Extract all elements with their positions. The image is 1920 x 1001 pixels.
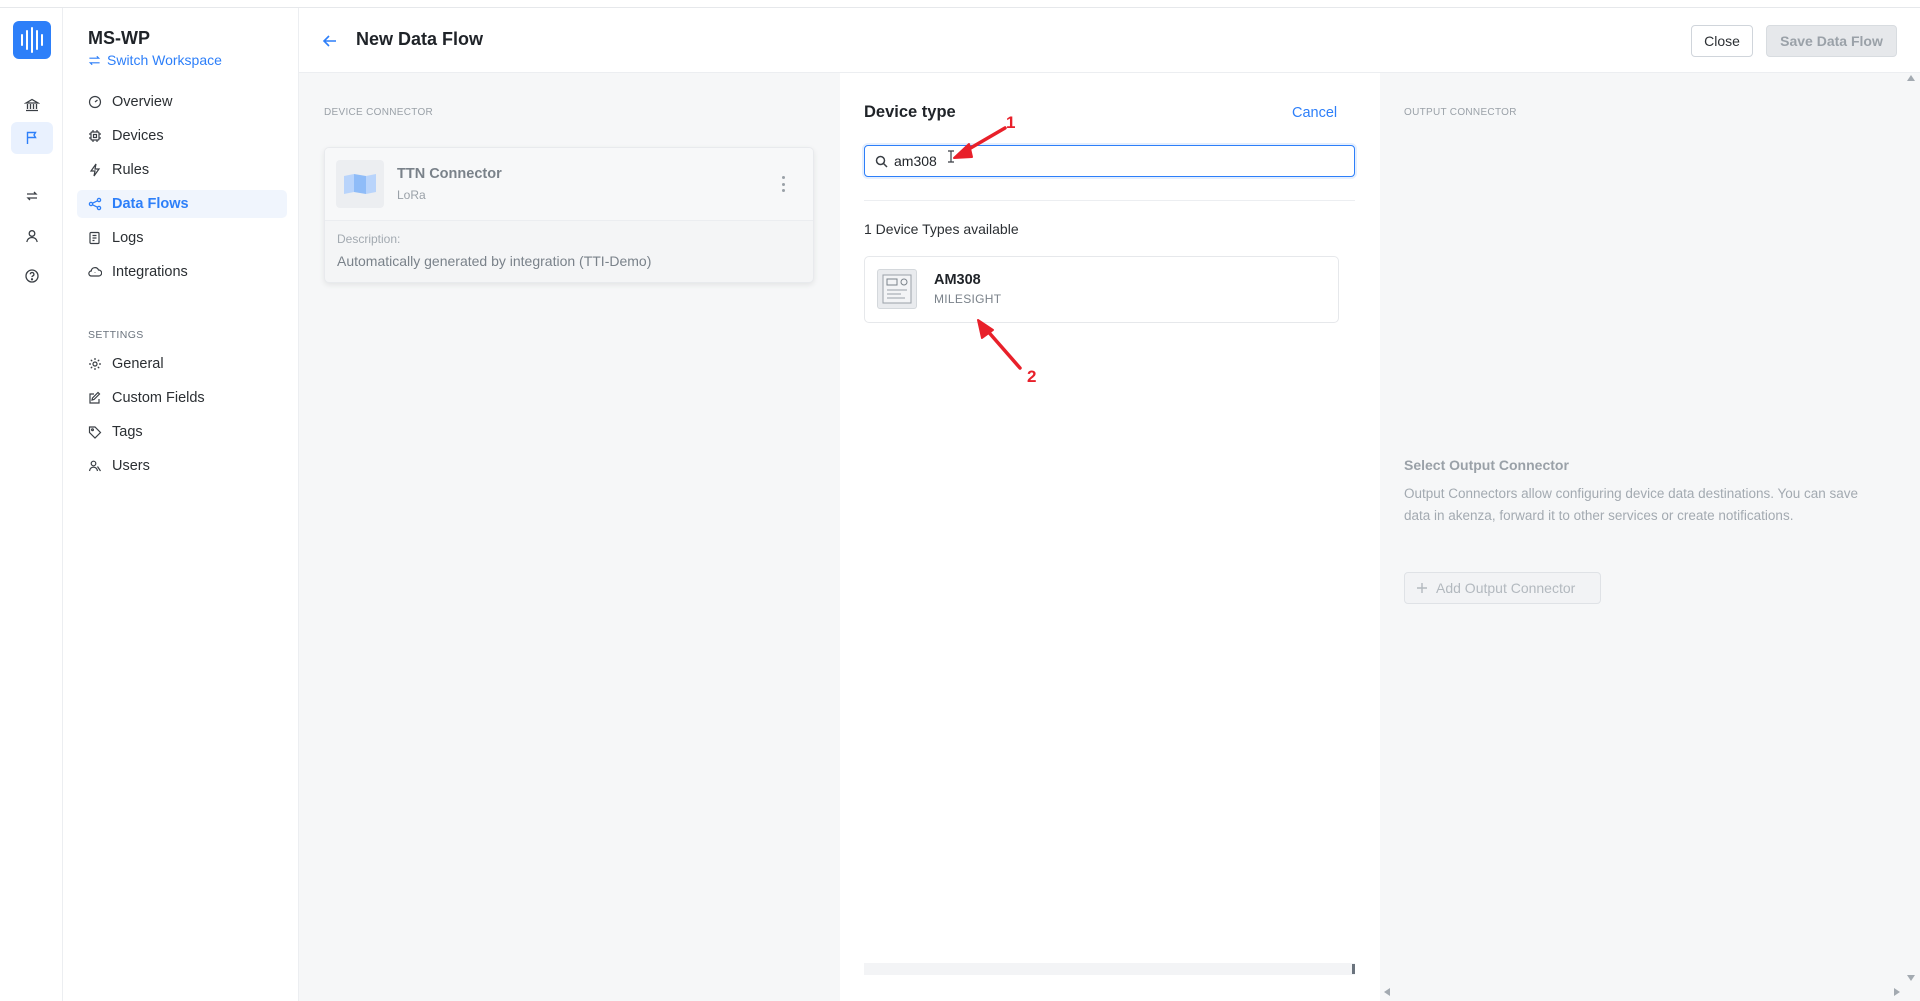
sidebar-item-general[interactable]: General <box>77 350 287 378</box>
sidebar-item-label: Custom Fields <box>112 390 205 406</box>
sidebar-item-data-flows[interactable]: Data Flows <box>77 190 287 218</box>
bank-icon[interactable] <box>11 89 53 121</box>
sidebar-item-integrations[interactable]: Integrations <box>77 258 287 286</box>
log-icon <box>89 231 100 245</box>
device-type-panel: Device type Cancel 1 Device Types availa… <box>840 73 1380 1001</box>
connector-name: TTN Connector <box>397 166 502 182</box>
add-output-connector-label: Add Output Connector <box>1436 580 1576 596</box>
device-thumbnail <box>877 269 917 309</box>
switch-workspace-label: Switch Workspace <box>107 52 222 68</box>
search-icon <box>875 155 888 168</box>
window-top-edge <box>0 0 1920 8</box>
gear-icon <box>89 358 101 370</box>
device-type-count: 1 Device Types available <box>864 221 1019 237</box>
sidebar-item-overview[interactable]: Overview <box>77 88 287 116</box>
sidebar-item-devices[interactable]: Devices <box>77 122 287 150</box>
sidebar-item-users[interactable]: Users <box>77 452 287 480</box>
sidebar: MS-WP Switch Workspace Overview Devices … <box>63 8 299 1001</box>
workspace-name: MS-WP <box>88 28 150 48</box>
users-icon <box>88 460 101 472</box>
edit-icon <box>89 391 101 404</box>
output-connector-title: Select Output Connector <box>1404 457 1569 473</box>
sidebar-item-logs[interactable]: Logs <box>77 224 287 252</box>
icon-rail <box>0 8 63 1001</box>
switch-icon <box>88 55 101 65</box>
switch-workspace-link[interactable]: Switch Workspace <box>88 52 222 68</box>
flag-waves-icon <box>344 174 376 194</box>
sidebar-item-rules[interactable]: Rules <box>77 156 287 184</box>
output-connector-section-label: OUTPUT CONNECTOR <box>1404 107 1517 118</box>
gauge-icon <box>88 95 102 109</box>
add-output-connector-button[interactable]: Add Output Connector <box>1404 572 1601 604</box>
device-type-search[interactable] <box>864 145 1355 177</box>
sidebar-item-label: Logs <box>112 230 144 246</box>
connector-protocol: LoRa <box>397 188 426 202</box>
cancel-link[interactable]: Cancel <box>1292 105 1337 121</box>
scroll-up-arrow-icon[interactable] <box>1907 75 1915 81</box>
share-icon <box>88 197 102 211</box>
horizontal-scrollbar[interactable] <box>864 963 1355 975</box>
connector-card-header: TTN Connector LoRa <box>325 148 813 221</box>
sidebar-item-label: Rules <box>112 162 150 178</box>
connector-description: Automatically generated by integration (… <box>337 253 652 269</box>
connector-thumbnail <box>336 160 384 208</box>
user-icon[interactable] <box>11 220 53 252</box>
sidebar-item-label: Users <box>112 458 150 474</box>
flag-icon[interactable] <box>11 122 53 154</box>
cloud-icon <box>88 267 102 277</box>
close-button[interactable]: Close <box>1691 25 1753 57</box>
device-type-vendor: MILESIGHT <box>934 292 1002 306</box>
back-arrow-icon[interactable] <box>321 32 339 50</box>
connector-description-label: Description: <box>337 232 401 246</box>
device-connector-section-label: DEVICE CONNECTOR <box>324 107 434 118</box>
sidebar-item-label: Tags <box>112 424 143 440</box>
page-title: New Data Flow <box>356 29 484 49</box>
sidebar-item-label: General <box>112 356 164 372</box>
chip-icon <box>89 130 101 142</box>
repeat-icon[interactable] <box>11 180 53 212</box>
plus-icon <box>1417 583 1427 593</box>
device-type-name: AM308 <box>934 272 981 288</box>
sidebar-item-tags[interactable]: Tags <box>77 418 287 446</box>
bolt-icon <box>89 163 101 177</box>
scroll-left-arrow-icon[interactable] <box>1384 988 1390 996</box>
sidebar-item-label: Data Flows <box>112 196 189 212</box>
device-type-result-card[interactable]: AM308 MILESIGHT <box>864 256 1339 323</box>
tag-icon <box>88 426 102 439</box>
scroll-down-arrow-icon[interactable] <box>1907 975 1915 981</box>
page-header: New Data Flow Close Save Data Flow <box>299 8 1920 73</box>
device-connector-panel: DEVICE CONNECTOR TTN Connector LoRa Desc… <box>299 73 840 1001</box>
sidebar-item-custom-fields[interactable]: Custom Fields <box>77 384 287 412</box>
more-options-icon[interactable] <box>781 176 785 192</box>
settings-section-label: SETTINGS <box>88 329 144 341</box>
save-data-flow-button[interactable]: Save Data Flow <box>1766 25 1897 57</box>
divider <box>864 200 1355 201</box>
connector-card[interactable]: TTN Connector LoRa Description: Automati… <box>324 147 814 283</box>
scroll-right-arrow-icon[interactable] <box>1894 988 1900 996</box>
search-input[interactable] <box>894 151 1334 171</box>
output-connector-panel: OUTPUT CONNECTOR Select Output Connector… <box>1380 73 1920 1001</box>
help-icon[interactable] <box>11 260 53 292</box>
sidebar-item-label: Overview <box>112 94 173 110</box>
app-logo-icon[interactable] <box>13 21 51 59</box>
sidebar-item-label: Devices <box>112 128 164 144</box>
device-image-icon <box>882 274 912 304</box>
sidebar-item-label: Integrations <box>112 264 188 280</box>
device-type-title: Device type <box>864 103 956 121</box>
output-connector-description: Output Connectors allow configuring devi… <box>1404 486 1859 523</box>
